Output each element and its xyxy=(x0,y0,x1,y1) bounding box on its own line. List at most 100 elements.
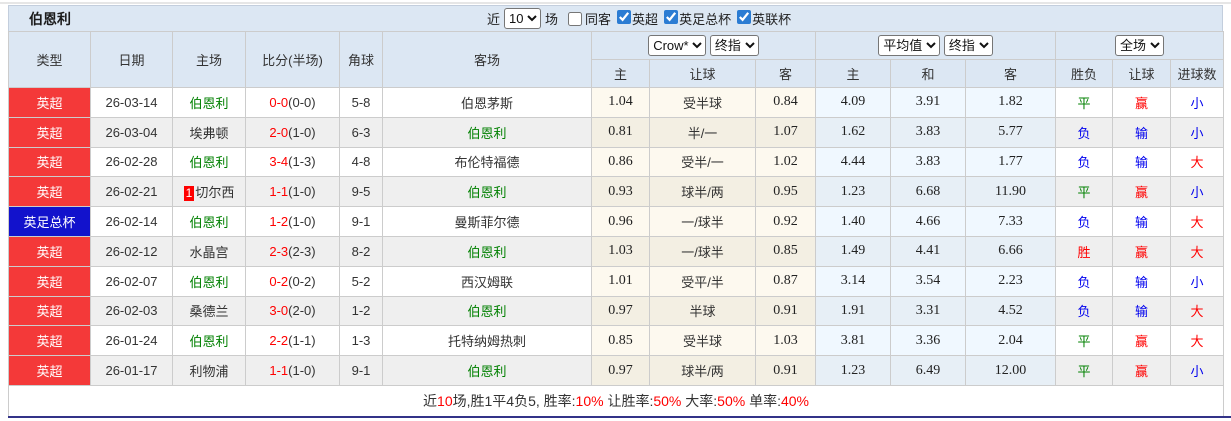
odds-home-value: 1.03 xyxy=(591,235,650,267)
odds-selects-cell: Crow* 终指 xyxy=(590,31,817,60)
league-badge[interactable]: 英超 xyxy=(8,176,91,208)
avg-draw-value: 3.83 xyxy=(890,146,967,178)
away-team[interactable]: 伯恩茅斯 xyxy=(382,87,592,118)
home-team[interactable]: 伯恩利 xyxy=(172,146,246,178)
match-date: 26-02-21 xyxy=(90,176,173,208)
league-badge[interactable]: 英超 xyxy=(8,295,91,327)
fa-cup-checkbox[interactable] xyxy=(664,10,679,24)
table-row: 英超 26-02-28 伯恩利 3-4(1-3) 4-8 布伦特福德 0.86 … xyxy=(8,146,1225,178)
table-row: 英超 26-02-21 1 切尔西 1-1(1-0) 9-5 伯恩利 0.93 球… xyxy=(8,176,1225,208)
table-row: 英超 26-01-17 利物浦 1-1(1-0) 9-1 伯恩利 0.97 球半… xyxy=(8,355,1225,386)
odds-stage-select[interactable]: 终指 xyxy=(709,35,759,56)
col-odds-away: 客 xyxy=(754,59,817,88)
home-team[interactable]: 水晶宫 xyxy=(172,235,246,267)
league-badge[interactable]: 英足总杯 xyxy=(8,206,91,237)
league-badge[interactable]: 英超 xyxy=(8,355,91,386)
corner-score: 5-8 xyxy=(339,87,383,118)
away-team[interactable]: 伯恩利 xyxy=(382,355,592,386)
halftime-score: (1-1) xyxy=(288,333,316,349)
odds-away-value: 0.91 xyxy=(754,355,817,386)
odds-provider-select[interactable]: Crow* xyxy=(648,35,707,56)
team-stats-panel: 伯恩利 近 10 场 同客 英超 英足总杯 英联杯 类型 日期 主场 比分(半场… xyxy=(7,5,1225,417)
avg-home-value: 1.62 xyxy=(815,116,892,148)
avg-home-value: 1.49 xyxy=(815,235,892,267)
away-team[interactable]: 伯恩利 xyxy=(382,295,592,327)
league-badge[interactable]: 英超 xyxy=(8,265,91,297)
odds-handicap-value: 一/球半 xyxy=(649,235,756,267)
summary-stat-value: 50% xyxy=(653,392,682,409)
away-team[interactable]: 托特纳姆热刺 xyxy=(382,325,592,357)
fulltime-score: 2-3 xyxy=(269,243,289,259)
result-goals-value: 大 xyxy=(1170,325,1225,357)
match-date: 26-02-07 xyxy=(90,265,173,297)
result-outcome-value: 平 xyxy=(1055,87,1114,118)
away-team[interactable]: 伯恩利 xyxy=(382,116,592,148)
league-badge[interactable]: 英超 xyxy=(8,325,91,357)
odds-home-value: 0.81 xyxy=(591,116,650,148)
same-venue-checkbox[interactable] xyxy=(568,11,583,26)
avg-stage-select[interactable]: 终指 xyxy=(943,35,993,56)
summary-stat-value: 40% xyxy=(780,392,809,409)
fulltime-score: 3-4 xyxy=(269,154,289,170)
col-score: 比分(半场) xyxy=(245,31,340,88)
fulltime-score: 1-1 xyxy=(269,184,289,200)
match-date: 26-03-14 xyxy=(90,87,173,118)
home-team[interactable]: 伯恩利 xyxy=(172,325,246,357)
col-avg-draw: 和 xyxy=(890,59,967,88)
avg-selects-cell: 平均值 终指 xyxy=(815,31,1057,60)
match-date: 26-01-17 xyxy=(90,355,173,386)
avg-draw-value: 3.83 xyxy=(890,116,967,148)
summary-text: 大率: xyxy=(681,392,718,409)
league-badge[interactable]: 英超 xyxy=(8,146,91,178)
premier-league-checkbox[interactable] xyxy=(617,10,632,24)
league-badge[interactable]: 英超 xyxy=(8,87,91,118)
home-rank-badge: 1 xyxy=(183,186,195,202)
result-goals-value: 大 xyxy=(1170,235,1225,267)
match-score: 2-3(2-3) xyxy=(245,235,340,267)
result-select-cell: 全场 xyxy=(1055,31,1225,60)
home-team[interactable]: 1 切尔西 xyxy=(172,176,246,208)
avg-draw-value: 3.54 xyxy=(890,265,967,297)
away-team[interactable]: 布伦特福德 xyxy=(382,146,592,178)
avg-home-value: 4.44 xyxy=(815,146,892,178)
efl-cup-checkbox[interactable] xyxy=(737,10,752,24)
home-team[interactable]: 桑德兰 xyxy=(172,295,246,327)
home-team[interactable]: 伯恩利 xyxy=(172,206,246,237)
match-score: 0-0(0-0) xyxy=(245,87,340,118)
avg-away-value: 6.66 xyxy=(965,235,1057,267)
home-team[interactable]: 利物浦 xyxy=(172,355,246,386)
result-outcome-value: 负 xyxy=(1055,116,1114,148)
match-count-select[interactable]: 10 xyxy=(504,8,542,29)
result-outcome-value: 胜 xyxy=(1055,235,1114,267)
match-date: 26-01-24 xyxy=(90,325,173,357)
result-goals-value: 大 xyxy=(1170,206,1225,237)
away-team[interactable]: 伯恩利 xyxy=(382,235,592,267)
away-team[interactable]: 曼斯菲尔德 xyxy=(382,206,592,237)
league-badge[interactable]: 英超 xyxy=(8,116,91,148)
league-filter-facup: 英足总杯 xyxy=(658,9,731,28)
odds-away-value: 0.85 xyxy=(754,235,817,267)
league-filter-eflcup: 英联杯 xyxy=(731,9,791,28)
match-score: 3-4(1-3) xyxy=(245,146,340,178)
avg-away-value: 1.77 xyxy=(965,146,1057,178)
match-score: 0-2(0-2) xyxy=(245,265,340,297)
home-team[interactable]: 伯恩利 xyxy=(172,265,246,297)
odds-handicap-value: 一/球半 xyxy=(649,206,756,237)
odds-away-value: 0.92 xyxy=(754,206,817,237)
avg-source-select[interactable]: 平均值 xyxy=(878,35,941,56)
away-team[interactable]: 西汉姆联 xyxy=(382,265,592,297)
period-select[interactable]: 全场 xyxy=(1115,35,1165,56)
result-outcome-value: 平 xyxy=(1055,176,1114,208)
avg-home-value: 1.23 xyxy=(815,176,892,208)
result-goals-value: 小 xyxy=(1170,265,1225,297)
league-badge[interactable]: 英超 xyxy=(8,235,91,267)
col-odds-home: 主 xyxy=(591,59,650,88)
home-team[interactable]: 伯恩利 xyxy=(172,87,246,118)
home-team[interactable]: 埃弗顿 xyxy=(172,116,246,148)
match-score: 3-0(2-0) xyxy=(245,295,340,327)
summary-text: 单率: xyxy=(745,392,781,409)
away-team[interactable]: 伯恩利 xyxy=(382,176,592,208)
table-row: 英超 26-02-12 水晶宫 2-3(2-3) 8-2 伯恩利 1.03 一/… xyxy=(8,235,1225,267)
fulltime-score: 1-1 xyxy=(269,363,289,379)
col-odds-handicap: 让球 xyxy=(649,59,756,88)
